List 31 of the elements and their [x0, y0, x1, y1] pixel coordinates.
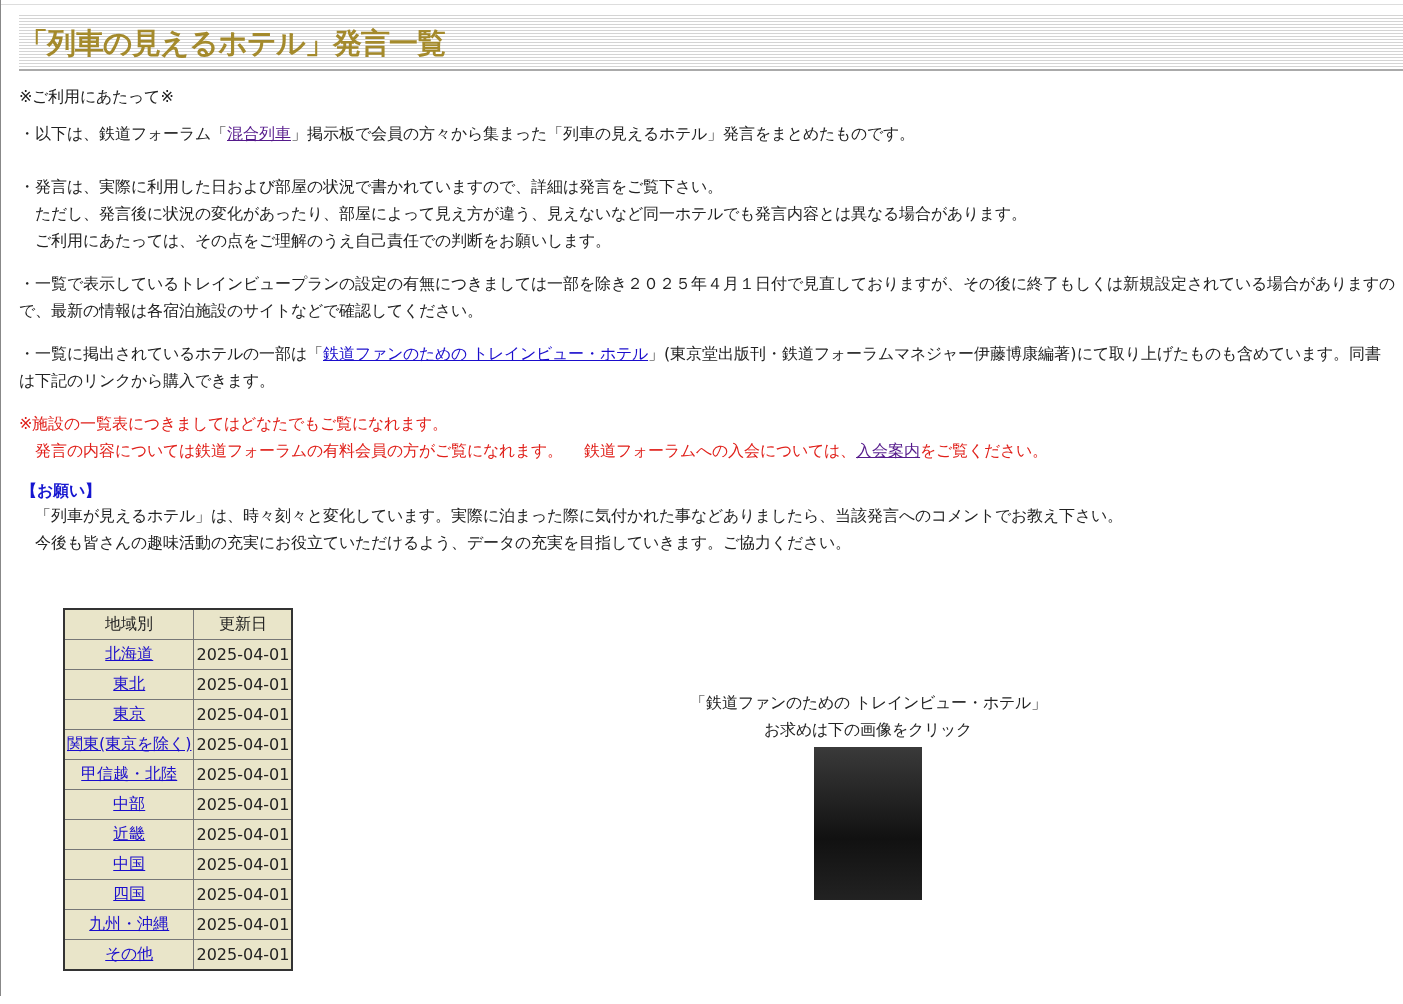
- text-link[interactable]: 混合列車: [227, 124, 291, 143]
- notice-heading: ※ご利用にあたって※: [19, 86, 175, 108]
- notice-text: 今後も皆さんの趣味活動の充実にお役立ていただけるよう、データの充実を目指していきます。ご協力ください。: [34, 532, 852, 554]
- notice-text: ご利用にあたっては、その点をご理解のうえ自己責任での判断をお願いします。: [34, 230, 612, 252]
- region-link[interactable]: 甲信越・北陸: [81, 764, 178, 783]
- book-cover-placeholder[interactable]: [814, 747, 923, 900]
- book-caption: 「鉄道ファンのための トレインビュー・ホテル」: [689, 692, 1047, 714]
- notice-text: 「列車が見えるホテル」は、時々刻々と変化しています。実際に泊まった際に気付かれた事などありましたら、当該発言へのコメントでお教え下さい。: [34, 505, 1124, 527]
- text-link[interactable]: 鉄道ファンのための トレインビュー・ホテル: [323, 344, 649, 363]
- region-link[interactable]: 四国: [113, 884, 146, 903]
- page-title: 「列車の見えるホテル」発言一覧: [19, 13, 1403, 71]
- text-link[interactable]: 入会案内: [856, 441, 921, 460]
- region-link[interactable]: その他: [105, 944, 154, 963]
- region-link[interactable]: 東北: [113, 674, 146, 693]
- notice-text: ・一覧で表示しているトレインビュープランの設定の有無につきましては一部を除き２０２５年４月１日付で見直しておりますが、その後に終了もしくは新規設定されている場合がありますので、最新の情報は各宿泊施設のサイトなどで確認してください。: [19, 273, 1395, 322]
- region-link[interactable]: 近畿: [113, 824, 146, 843]
- notice-text: ・一覧に掲出されているホテルの一部は「鉄道ファンのための トレインビュー・ホテル」(東京堂出版刊・鉄道フォーラムマネジャー伊藤博康編著)にて取り上げたものも含めています。同書は下記のリンクから購入できます。: [19, 343, 1382, 392]
- region-link[interactable]: 北海道: [105, 644, 154, 663]
- column-header: 地域別: [64, 609, 194, 640]
- region-link[interactable]: 中部: [113, 794, 146, 813]
- notice-text: ※施設の一覧表につきましてはどなたでもご覧になれます。: [19, 413, 450, 435]
- region-link[interactable]: 関東(東京を除く): [67, 734, 192, 753]
- notice-text: ただし、発言後に状況の変化があったり、部屋によって見え方が違う、見えないなど同一ホテルでも発言内容とは異なる場合があります。: [34, 203, 1028, 225]
- region-link[interactable]: 東京: [113, 704, 146, 723]
- region-link[interactable]: 九州・沖縄: [89, 914, 170, 933]
- notice-text: 発言の内容については鉄道フォーラムの有料会員の方がご覧になれます。 鉄道フォーラムへの入会については、入会案内をご覧ください。: [34, 440, 1050, 462]
- request-heading: 【お願い】: [21, 480, 102, 502]
- notice-text: ・以下は、鉄道フォーラム「混合列車」掲示板で会員の方々から集まった「列車の見えるホテル」発言をまとめたものです。: [19, 123, 916, 145]
- region-link[interactable]: 中国: [113, 854, 146, 873]
- notice-text: ・発言は、実際に利用した日および部屋の状況で書かれていますので、詳細は発言をご覧下さい。: [19, 176, 724, 198]
- book-caption: お求めは下の画像をクリック: [764, 719, 973, 741]
